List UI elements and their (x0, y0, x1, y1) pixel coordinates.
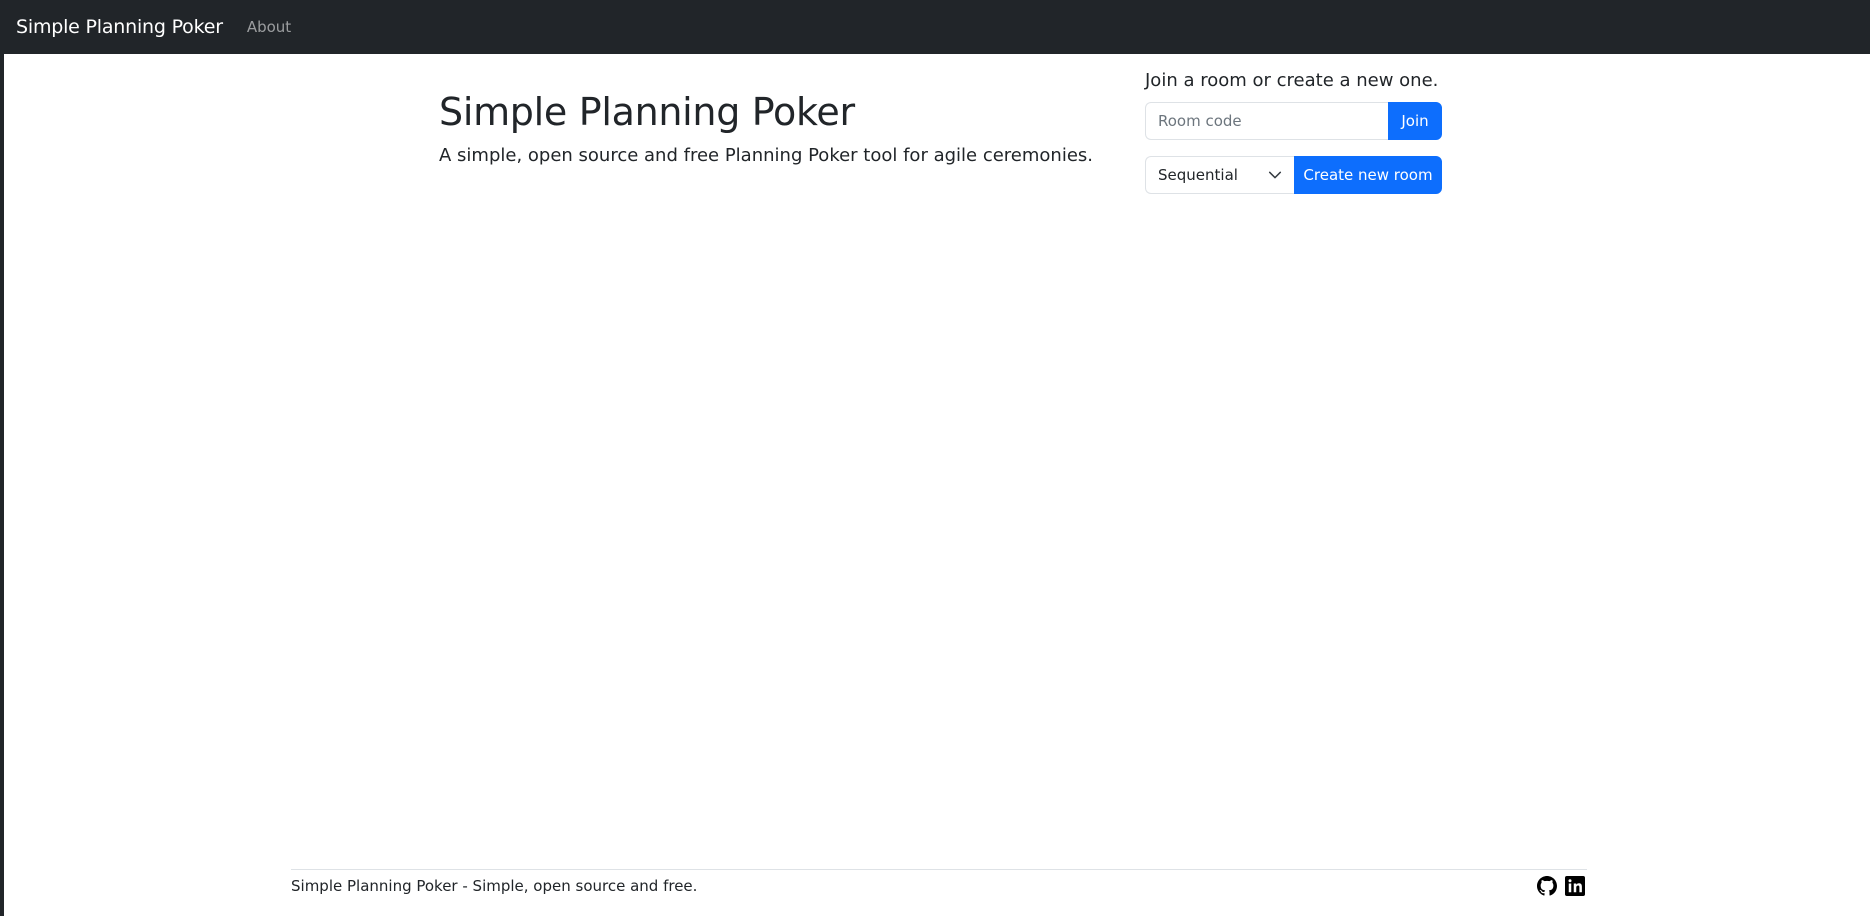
room-code-input[interactable] (1145, 102, 1388, 140)
chevron-down-icon (1268, 171, 1282, 179)
footer-icons (1537, 876, 1587, 896)
page-subtitle: A simple, open source and free Planning … (439, 145, 1094, 166)
footer-text: Simple Planning Poker - Simple, open sou… (291, 877, 698, 895)
create-room-group: Sequential Create new room (1145, 156, 1442, 194)
navbar-brand[interactable]: Simple Planning Poker (16, 16, 223, 38)
join-room-group: Join (1145, 102, 1442, 140)
page: Simple Planning Poker About Simple Plann… (4, 0, 1870, 916)
deck-type-select[interactable]: Sequential (1145, 156, 1294, 194)
create-room-button[interactable]: Create new room (1294, 156, 1442, 194)
deck-type-selected: Sequential (1158, 166, 1238, 184)
join-button[interactable]: Join (1388, 102, 1442, 140)
room-panel-heading: Join a room or create a new one. (1145, 70, 1439, 91)
room-panel: Join a room or create a new one. Join Se… (1145, 70, 1442, 194)
linkedin-icon[interactable] (1565, 876, 1585, 896)
footer: Simple Planning Poker - Simple, open sou… (291, 869, 1587, 896)
github-icon[interactable] (1537, 876, 1557, 896)
navbar: Simple Planning Poker About (4, 0, 1870, 54)
page-title: Simple Planning Poker (439, 90, 855, 134)
nav-link-about[interactable]: About (247, 18, 291, 36)
